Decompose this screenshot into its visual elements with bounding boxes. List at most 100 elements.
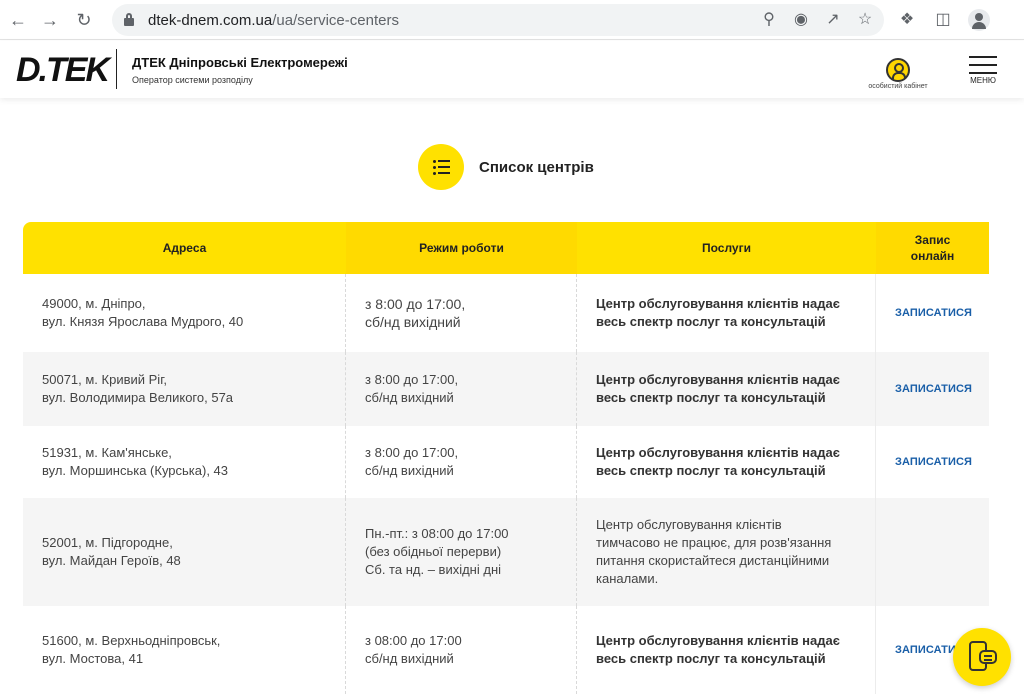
personal-cabinet-button[interactable]: особистий кабінет (860, 58, 936, 90)
cabinet-label: особистий кабінет (868, 83, 928, 90)
text-line: Центр обслуговування клієнтів надає (596, 445, 840, 460)
address-line: вул. Володимира Великого, 57а (42, 390, 234, 405)
zoom-icon[interactable]: ⚲ (758, 9, 780, 31)
brand-subtitle: Оператор системи розподілу (132, 75, 253, 85)
browser-toolbar: ← → ↻ dtek-dnem.com.ua/ua/service-center… (0, 0, 1024, 40)
address-line: 51600, м. Верхньодніпровськ, (42, 633, 221, 648)
book-online-link[interactable]: ЗАПИСАТИ (895, 641, 956, 659)
text-line: Центр обслуговування клієнтів (596, 517, 782, 532)
address-line: 49000, м. Дніпро, (42, 296, 146, 311)
services-cell: Центр обслуговування клієнтів надає весь … (577, 606, 876, 694)
text-line: сб/нд вихідний (365, 463, 454, 478)
star-icon[interactable]: ☆ (854, 9, 876, 31)
services-cell: Центр обслуговування клієнтів тимчасово н… (577, 498, 876, 606)
book-online-link[interactable]: ЗАПИСАТИСЯ (895, 304, 972, 322)
list-heading: Список центрів (418, 144, 594, 190)
services-cell: Центр обслуговування клієнтів надає весь … (577, 426, 876, 498)
forward-icon[interactable]: → (38, 8, 62, 32)
dtek-logo[interactable]: D.TEK (16, 53, 110, 87)
back-icon[interactable]: ← (6, 8, 30, 32)
brand-title: ДТЕК Дніпровські Електромережі (132, 55, 348, 70)
menu-button[interactable]: МЕНЮ (966, 56, 1000, 85)
book-online-link[interactable]: ЗАПИСАТИСЯ (895, 380, 972, 398)
services-cell: Центр обслуговування клієнтів надає весь … (577, 352, 876, 426)
hours-cell: з 08:00 до 17:00 сб/нд вихідний (346, 606, 577, 694)
text-line: з 08:00 до 17:00 (365, 633, 462, 648)
hamburger-icon (969, 56, 997, 58)
logo-divider (116, 49, 117, 89)
address-bar[interactable]: dtek-dnem.com.ua/ua/service-centers ⚲ ◉ … (112, 4, 884, 36)
menu-label: МЕНЮ (970, 76, 996, 85)
address-cell: 52001, м. Підгородне, вул. Майдан Героїв,… (23, 498, 346, 606)
chat-icon (979, 650, 997, 664)
text-line: весь спектр послуг та консультацій (596, 314, 826, 329)
booking-cell: ЗАПИСАТИСЯ (876, 352, 989, 426)
address-line: вул. Мостова, 41 (42, 651, 144, 666)
text-line: Центр обслуговування клієнтів надає (596, 633, 840, 648)
text-line: весь спектр послуг та консультацій (596, 390, 826, 405)
url-text[interactable]: dtek-dnem.com.ua/ua/service-centers (148, 12, 399, 29)
list-icon (418, 144, 464, 190)
service-centers-table: Адреса Режим роботи Послуги Запис онлайн… (23, 222, 989, 694)
text-line: сб/нд вихідний (365, 314, 461, 330)
table-row: 50071, м. Кривий Ріг, вул. Володимира Вел… (23, 352, 989, 426)
hours-cell: з 8:00 до 17:00, сб/нд вихідний (346, 274, 577, 352)
hours-cell: з 8:00 до 17:00, сб/нд вихідний (346, 426, 577, 498)
address-cell: 51931, м. Кам'янське, вул. Моршинська (Ку… (23, 426, 346, 498)
services-cell: Центр обслуговування клієнтів надає весь … (577, 274, 876, 352)
eye-off-icon[interactable]: ◉ (790, 9, 812, 31)
chat-button[interactable] (953, 628, 1011, 686)
text-line: сб/нд вихідний (365, 651, 454, 666)
table-row: 51600, м. Верхньодніпровськ, вул. Мостова… (23, 606, 989, 694)
header-hours: Режим роботи (346, 222, 577, 274)
address-cell: 50071, м. Кривий Ріг, вул. Володимира Вел… (23, 352, 346, 426)
reload-icon[interactable]: ↻ (72, 8, 96, 32)
text-line: Центр обслуговування клієнтів надає (596, 296, 840, 311)
profile-icon[interactable] (968, 9, 990, 31)
text-line: Сб. та нд. – вихідні дні (365, 562, 502, 577)
hours-cell: Пн.-пт.: з 08:00 до 17:00 (без обідньої п… (346, 498, 577, 606)
text-line: сб/нд вихідний (365, 390, 454, 405)
address-cell: 51600, м. Верхньодніпровськ, вул. Мостова… (23, 606, 346, 694)
address-line: 50071, м. Кривий Ріг, (42, 372, 167, 387)
text-line: питання скористайтеся дистанційними (596, 553, 830, 568)
lock-icon[interactable] (124, 13, 134, 26)
text-line: Центр обслуговування клієнтів надає (596, 372, 840, 387)
text-line: Пн.-пт.: з 08:00 до 17:00 (365, 526, 509, 541)
puzzle-icon[interactable]: ❖ (896, 9, 918, 31)
booking-cell (876, 498, 989, 606)
address-line: вул. Князя Ярослава Мудрого, 40 (42, 314, 244, 329)
header-booking: Запис онлайн (876, 222, 989, 274)
address-line: 52001, м. Підгородне, (42, 535, 173, 550)
hamburger-bar (969, 64, 997, 66)
site-header: D.TEK ДТЕК Дніпровські Електромережі Опе… (0, 41, 1024, 98)
text-line: (без обідньої перерви) (365, 544, 502, 559)
header-address: Адреса (162, 241, 207, 255)
table-row: 52001, м. Підгородне, вул. Майдан Героїв,… (23, 498, 989, 606)
text-line: з 8:00 до 17:00, (365, 445, 459, 460)
table-body: 49000, м. Дніпро, вул. Князя Ярослава Муд… (23, 274, 989, 694)
header-services: Послуги (702, 241, 751, 255)
booking-cell: ЗАПИСАТИСЯ (876, 274, 989, 352)
address-line: 51931, м. Кам'янське, (42, 445, 172, 460)
user-icon (886, 58, 910, 82)
table-row: 49000, м. Дніпро, вул. Князя Ярослава Муд… (23, 274, 989, 352)
address-cell: 49000, м. Дніпро, вул. Князя Ярослава Муд… (23, 274, 346, 352)
text-line: тимчасово не працює, для розв'язання (596, 535, 832, 550)
text-line: весь спектр послуг та консультацій (596, 463, 826, 478)
hamburger-bar (969, 72, 997, 74)
address-line: вул. Моршинська (Курська), 43 (42, 463, 229, 478)
text-line: з 8:00 до 17:00, (365, 296, 466, 312)
book-online-link[interactable]: ЗАПИСАТИСЯ (895, 453, 972, 471)
text-line: з 8:00 до 17:00, (365, 372, 459, 387)
table-header: Адреса Режим роботи Послуги Запис онлайн (23, 222, 989, 274)
hours-cell: з 8:00 до 17:00, сб/нд вихідний (346, 352, 577, 426)
address-line: вул. Майдан Героїв, 48 (42, 553, 181, 568)
share-icon[interactable]: ↗ (822, 9, 844, 31)
text-line: каналами. (596, 571, 659, 586)
text-line: весь спектр послуг та консультацій (596, 651, 826, 666)
sidepanel-icon[interactable]: ◫ (932, 9, 954, 31)
list-title: Список центрів (479, 158, 594, 176)
table-row: 51931, м. Кам'янське, вул. Моршинська (Ку… (23, 426, 989, 498)
booking-cell: ЗАПИСАТИСЯ (876, 426, 989, 498)
